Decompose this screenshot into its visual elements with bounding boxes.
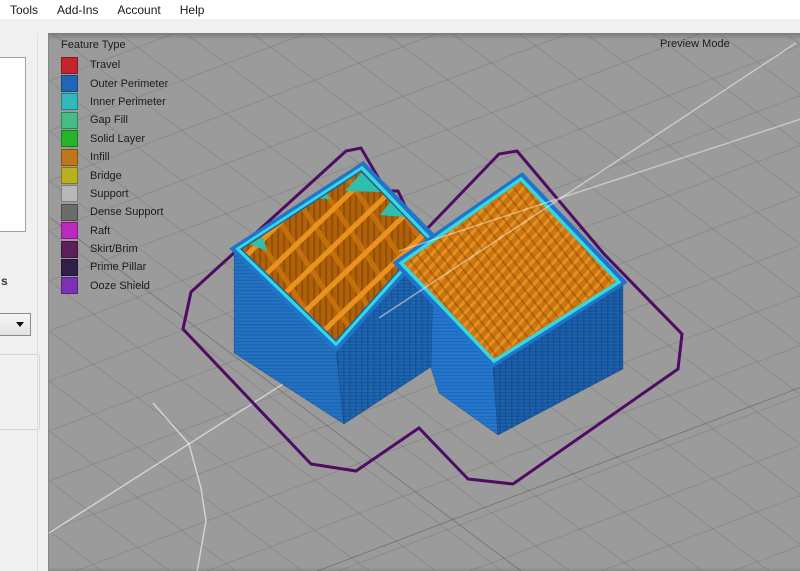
preview-viewport[interactable]: Feature Type Travel Outer Perimeter Inne… [48, 33, 800, 571]
legend-label: Ooze Shield [90, 280, 150, 292]
legend-item: Travel [61, 56, 168, 74]
legend-label: Prime Pillar [90, 261, 146, 273]
chevron-down-icon [16, 322, 24, 327]
legend-item: Dense Support [61, 203, 168, 221]
legend-label: Skirt/Brim [90, 243, 138, 255]
legend-item: Skirt/Brim [61, 240, 168, 258]
process-dropdown[interactable] [0, 313, 31, 336]
legend-label: Bridge [90, 170, 122, 182]
legend-item: Ooze Shield [61, 277, 168, 295]
color-swatch [61, 149, 78, 166]
legend-item: Raft [61, 222, 168, 240]
color-swatch [61, 75, 78, 92]
legend-label: Infill [90, 151, 110, 163]
app-window: Tools Add-Ins Account Help s [0, 0, 800, 571]
sidebar-partial-label: s [1, 274, 8, 288]
legend-item: Bridge [61, 166, 168, 184]
feature-type-legend: Feature Type Travel Outer Perimeter Inne… [61, 39, 168, 295]
legend-title: Feature Type [61, 39, 168, 51]
color-swatch [61, 185, 78, 202]
menu-bar: Tools Add-Ins Account Help [0, 0, 800, 19]
legend-item: Outer Perimeter [61, 74, 168, 92]
model-listbox[interactable] [0, 57, 26, 232]
legend-label: Support [90, 188, 129, 200]
legend-item: Inner Perimeter [61, 93, 168, 111]
sidebar-divider [37, 33, 38, 571]
color-swatch [61, 130, 78, 147]
color-swatch [61, 112, 78, 129]
color-swatch [61, 241, 78, 258]
color-swatch [61, 204, 78, 221]
legend-label: Travel [90, 59, 120, 71]
color-swatch [61, 259, 78, 276]
sidebar-panel [0, 354, 40, 430]
color-swatch [61, 57, 78, 74]
preview-mode-label: Preview Mode [660, 38, 730, 50]
menu-help[interactable]: Help [178, 3, 207, 17]
legend-label: Gap Fill [90, 114, 128, 126]
legend-label: Outer Perimeter [90, 78, 168, 90]
legend-label: Raft [90, 225, 110, 237]
left-sidebar: s [0, 19, 48, 571]
legend-item: Prime Pillar [61, 258, 168, 276]
color-swatch [61, 167, 78, 184]
legend-item: Gap Fill [61, 111, 168, 129]
color-swatch [61, 277, 78, 294]
menu-account[interactable]: Account [115, 3, 162, 17]
color-swatch [61, 222, 78, 239]
menu-add-ins[interactable]: Add-Ins [55, 3, 100, 17]
color-swatch [61, 93, 78, 110]
legend-label: Dense Support [90, 206, 163, 218]
legend-item: Infill [61, 148, 168, 166]
legend-item: Support [61, 185, 168, 203]
legend-label: Solid Layer [90, 133, 145, 145]
menu-tools[interactable]: Tools [8, 3, 40, 17]
legend-item: Solid Layer [61, 130, 168, 148]
legend-label: Inner Perimeter [90, 96, 166, 108]
